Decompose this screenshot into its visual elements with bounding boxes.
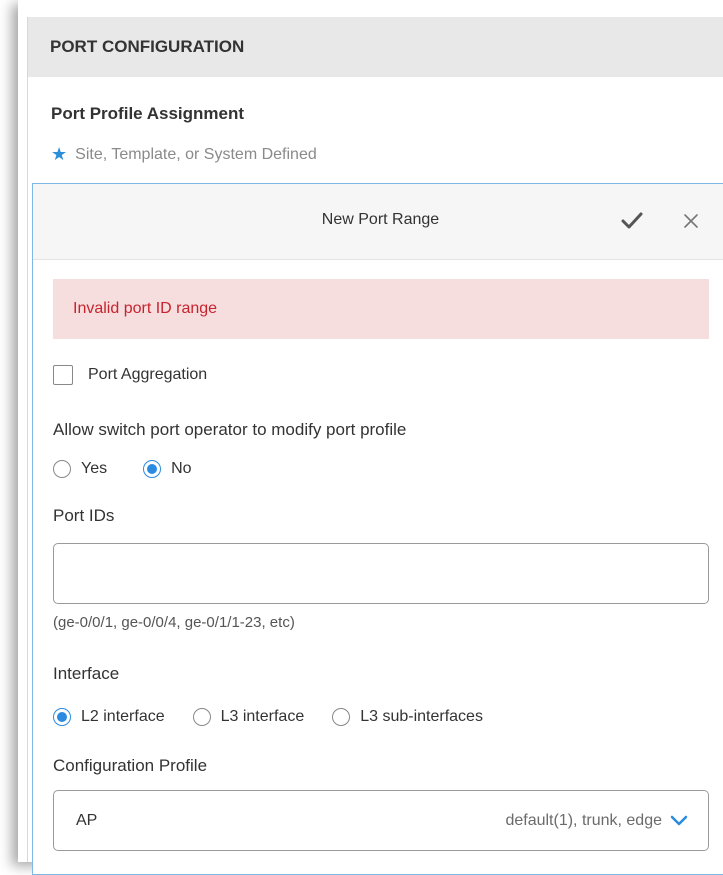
interface-label: Interface [53, 664, 120, 683]
section-title: Port Profile Assignment [51, 104, 245, 123]
section-subtitle-text: Site, Template, or System Defined [75, 145, 317, 163]
radio-option-no[interactable]: No [143, 460, 192, 478]
required-star-icon: ★ [51, 144, 68, 164]
checkmark-icon[interactable] [621, 211, 643, 231]
panel-header: PORT CONFIGURATION [28, 17, 723, 77]
radio-yes-label: Yes [81, 460, 108, 477]
allow-modify-label: Allow switch port operator to modify por… [53, 420, 407, 439]
radio-l3-sub-label: L3 sub-interfaces [360, 708, 483, 725]
port-ids-hint: (ge-0/0/1, ge-0/0/4, ge-0/1/1-23, etc) [53, 614, 295, 631]
configuration-profile-label: Configuration Profile [53, 756, 208, 775]
dialog-header: New Port Range [33, 184, 723, 260]
allow-modify-radio-group: Yes No [53, 460, 228, 478]
radio-option-l3-interface[interactable]: L3 interface [192, 708, 305, 726]
new-port-range-dialog: New Port Range Invalid port ID range Por… [32, 183, 723, 875]
radio-no-circle[interactable] [143, 460, 162, 478]
radio-yes-circle[interactable] [53, 460, 71, 478]
error-message: Invalid port ID range [53, 279, 709, 339]
configuration-profile-select[interactable]: AP default(1), trunk, edge [53, 790, 709, 851]
port-aggregation-label: Port Aggregation [88, 366, 208, 383]
radio-l3-circle[interactable] [192, 708, 211, 726]
dialog-title: New Port Range [321, 211, 440, 228]
chevron-down-icon[interactable] [670, 815, 688, 827]
port-aggregation-row[interactable]: Port Aggregation [53, 365, 207, 385]
port-configuration-panel: PORT CONFIGURATION Port Profile Assignme… [27, 17, 723, 875]
port-ids-input[interactable] [53, 543, 709, 604]
close-icon[interactable] [682, 212, 700, 230]
section-subtitle: ★ Site, Template, or System Defined [51, 144, 317, 165]
port-ids-label: Port IDs [53, 506, 115, 525]
radio-l2-circle[interactable] [53, 708, 71, 726]
radio-l2-label: L2 interface [81, 708, 165, 725]
radio-l3-label: L3 interface [220, 708, 305, 725]
radio-l3-sub-circle[interactable] [332, 708, 351, 726]
radio-option-l2-interface[interactable]: L2 interface [53, 708, 165, 726]
radio-option-yes[interactable]: Yes [53, 460, 107, 478]
radio-option-l3-sub-interfaces[interactable]: L3 sub-interfaces [332, 708, 483, 726]
configuration-profile-value: AP [76, 811, 98, 829]
radio-no-label: No [171, 460, 192, 477]
port-aggregation-checkbox[interactable] [53, 365, 73, 385]
interface-radio-group: L2 interface L3 interface L3 sub-interfa… [53, 708, 519, 726]
configuration-profile-description: default(1), trunk, edge [505, 811, 662, 829]
